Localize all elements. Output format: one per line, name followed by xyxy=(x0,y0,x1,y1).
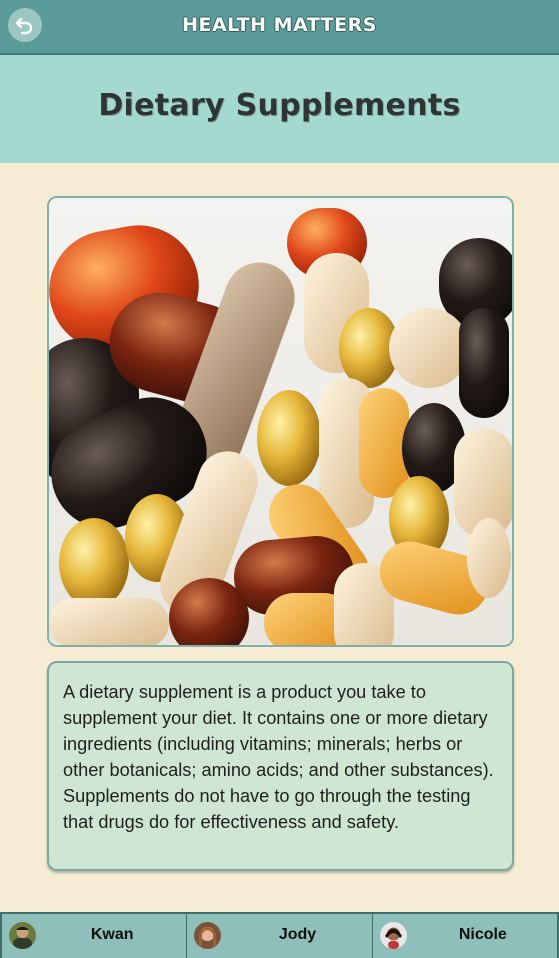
description-card: A dietary supplement is a product you ta… xyxy=(47,661,514,871)
supplements-photo xyxy=(47,196,514,647)
app-title: HEALTH MATTERS xyxy=(182,14,377,36)
user-name-jody: Jody xyxy=(278,926,317,943)
page-title: Dietary Supplements xyxy=(98,88,461,123)
top-app-bar: HEALTH MATTERS xyxy=(0,0,559,55)
user-tab-kwan[interactable]: Kwan xyxy=(0,914,186,958)
page-header: Dietary Supplements xyxy=(0,55,559,163)
user-tab-nicole[interactable]: Nicole xyxy=(371,914,559,958)
avatar-nicole xyxy=(379,922,407,949)
description-text: A dietary supplement is a product you ta… xyxy=(63,682,494,832)
user-name-nicole: Nicole xyxy=(458,926,507,943)
user-tab-jody[interactable]: Jody xyxy=(186,914,371,958)
user-name-kwan: Kwan xyxy=(90,926,134,943)
avatar-jody xyxy=(194,922,222,949)
user-switcher-bar: Kwan Jody Nicole xyxy=(0,912,559,958)
avatar-kwan xyxy=(9,922,36,949)
